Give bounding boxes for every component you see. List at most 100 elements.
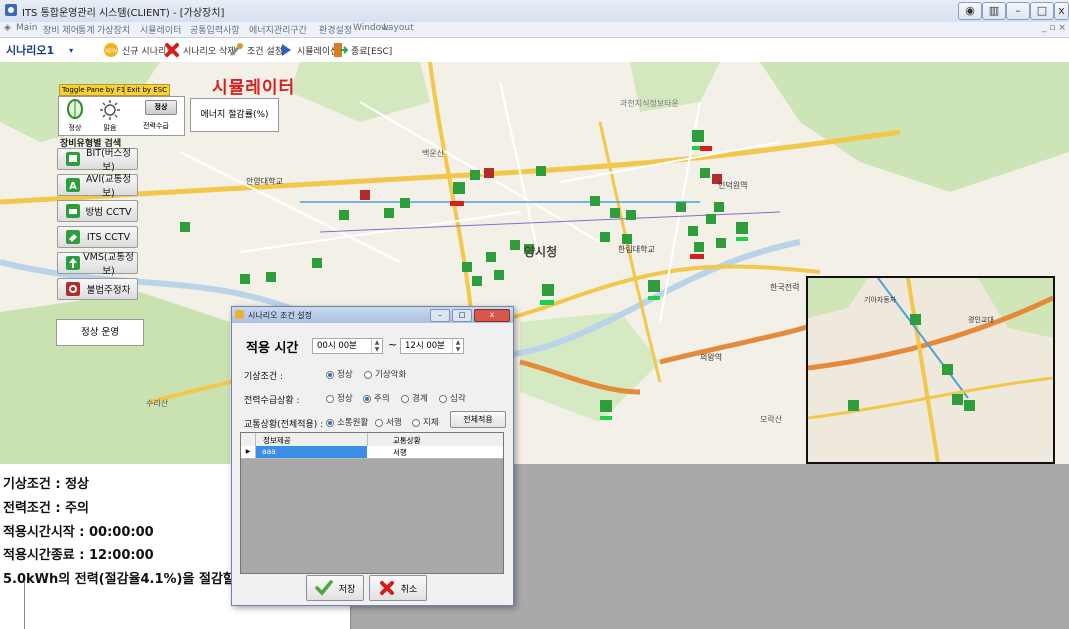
menu-item-common-input[interactable]: 공통입력사항	[190, 23, 240, 36]
toggle-pane-hint[interactable]: Toggle Pane by F1	[59, 84, 129, 96]
exit-hint[interactable]: Exit by ESC	[124, 84, 171, 96]
parking-camera-icon	[66, 282, 80, 296]
grid-header-row: 정보제공 교통상황	[241, 433, 503, 447]
mdi-controls[interactable]: _ ▫ ×	[1042, 23, 1066, 33]
avi-icon: A	[66, 178, 80, 192]
table-row[interactable]: ▶ aaa 서행	[241, 446, 503, 459]
menu-item-device-control[interactable]: 장비 제어	[43, 23, 79, 36]
svg-text:모락산: 모락산	[760, 414, 783, 424]
apply-all-button[interactable]: 전체적용	[450, 411, 506, 428]
radio-unselected	[326, 394, 334, 403]
bit-bus-info-button[interactable]: BIT(버스정보)	[57, 148, 138, 173]
traffic-congested-radio[interactable]: 지체	[412, 416, 439, 428]
vms-traffic-info-button[interactable]: VMS(교통정보)	[57, 252, 138, 277]
power-supply-label: 전력수급	[143, 122, 169, 130]
grid-cell-status[interactable]: 서행	[393, 447, 407, 458]
weather-bad-radio[interactable]: 기상악화	[364, 368, 406, 380]
radio-unselected	[401, 394, 409, 403]
restore-view-button[interactable]: ◉	[958, 2, 982, 20]
start-time-spin-arrows[interactable]: ▲ ▼	[371, 339, 382, 353]
traffic-smooth-radio[interactable]: 소통원활	[326, 416, 368, 428]
scenario-condition-dialog: 시나리오 조건 설정 – □ x 적용 시간 00시 00분 ▲ ▼ ~ 12시 …	[231, 306, 514, 606]
app-icon	[5, 4, 17, 16]
title-bar: ITS 통합운영관리 시스템(CLIENT) - [가상장치] ◉ ▥ – □ …	[0, 0, 1069, 23]
menu-item-simulator[interactable]: 시뮬레이터	[140, 23, 181, 36]
svg-text:한국전력: 한국전력	[770, 282, 799, 292]
new-star-icon: NEW	[104, 43, 118, 57]
toolbar: 시나리오1 ▾ NEW 신규 시나리오 시나리오 삭제 조건 설정 시뮬레이션 …	[0, 38, 1069, 63]
svg-text:안양대학교: 안양대학교	[246, 176, 283, 186]
exit-button[interactable]: 종료[ESC]	[332, 41, 392, 59]
layout-button[interactable]: ▥	[982, 2, 1006, 20]
menu-main-icon: ◈	[4, 23, 11, 33]
minimize-button[interactable]: –	[1006, 2, 1030, 20]
grid-header-divider	[367, 433, 368, 446]
status-start-time: 적용시간시작 : 00:00:00	[3, 525, 154, 540]
dialog-maximize-button[interactable]: □	[452, 309, 472, 322]
start-time-spinner[interactable]: 00시 00분 ▲ ▼	[312, 338, 383, 354]
dialog-minimize-button[interactable]: –	[430, 309, 450, 322]
scenario-selector[interactable]: 시나리오1 ▾	[6, 41, 73, 59]
save-button[interactable]: 저장	[306, 575, 364, 601]
svg-text:인덕원역: 인덕원역	[718, 180, 747, 190]
dialog-title: 시나리오 조건 설정	[248, 311, 312, 320]
grid-cell-info[interactable]: aaa	[256, 446, 367, 458]
radio-selected	[326, 418, 334, 427]
end-time-spinner[interactable]: 12시 00분 ▲ ▼	[400, 338, 464, 354]
svg-text:한림대학교: 한림대학교	[618, 244, 655, 254]
radio-unselected	[412, 418, 420, 427]
dialog-app-icon	[235, 310, 244, 319]
power-caution-radio[interactable]: 주의	[363, 392, 390, 404]
condition-settings-button[interactable]: 조건 설정	[228, 41, 283, 59]
maximize-button[interactable]: □	[1030, 2, 1054, 20]
menu-bar: ◈ Main 장비 제어 통계 가상장치 시뮬레이터 공통입력사항 에너지관리구…	[0, 22, 1069, 38]
menu-item-settings[interactable]: 환경설정	[319, 23, 352, 36]
power-normal-radio[interactable]: 정상	[326, 392, 353, 404]
run-simulation-button[interactable]: 시뮬레이션	[278, 41, 338, 59]
weather-normal-indicator: 정상	[62, 99, 88, 132]
bus-icon	[66, 152, 80, 166]
svg-text:A: A	[69, 181, 77, 192]
dialog-close-button[interactable]: x	[474, 309, 510, 322]
delete-scenario-button[interactable]: 시나리오 삭제	[164, 41, 236, 59]
menu-item-main[interactable]: Main	[16, 23, 38, 33]
power-alert-radio[interactable]: 경계	[401, 392, 428, 404]
power-serious-radio[interactable]: 심각	[439, 392, 466, 404]
cancel-x-icon	[379, 581, 394, 595]
svg-text:기아자동차: 기아자동차	[864, 295, 897, 304]
avi-traffic-info-button[interactable]: A AVI(교통정보)	[57, 174, 138, 199]
grid-header-info: 정보제공	[263, 436, 291, 445]
weather-normal-radio[interactable]: 정상	[326, 368, 353, 380]
minimap[interactable]: 기아자동차 경인교대	[806, 276, 1055, 464]
radio-unselected	[375, 418, 383, 427]
menu-item-virtual-device[interactable]: 가상장치	[97, 23, 130, 36]
city-hall-label: 양시청	[524, 245, 558, 259]
svg-text:의왕역: 의왕역	[700, 352, 722, 362]
menu-item-layout[interactable]: Layout	[383, 23, 414, 33]
window-title: ITS 통합운영관리 시스템(CLIENT) - [가상장치]	[22, 8, 225, 19]
traffic-grid[interactable]: 정보제공 교통상황 ▶ aaa 서행	[240, 432, 504, 574]
chevron-down-icon: ▾	[69, 45, 74, 55]
map-view[interactable]: 백운산 과천지식정보타운 안양대학교 인덕원역 한림대학교 한국전력 의왕역 수…	[0, 62, 1069, 464]
tools-icon	[229, 43, 243, 57]
dialog-title-bar[interactable]: 시나리오 조건 설정 – □ x	[232, 307, 513, 323]
cctv-icon	[66, 204, 80, 218]
end-time-spin-arrows[interactable]: ▲ ▼	[452, 339, 463, 353]
grid-header-status: 교통상황	[393, 436, 421, 445]
checkmark-icon	[314, 580, 333, 596]
close-button[interactable]: x	[1054, 2, 1069, 20]
energy-saving-box: 에너지 절감률(%)	[190, 98, 279, 132]
menu-item-energy-section[interactable]: 에너지관리구간	[249, 23, 307, 36]
menu-item-statistics[interactable]: 통계	[78, 23, 95, 36]
minimap-graphic: 기아자동차 경인교대	[808, 278, 1053, 462]
traffic-slow-radio[interactable]: 서행	[375, 416, 402, 428]
illegal-parking-button[interactable]: 불법주정차	[57, 278, 138, 300]
status-end-time: 적용시간종료 : 12:00:00	[3, 548, 154, 563]
normal-operation-box: 정상 운영	[56, 319, 144, 346]
svg-text:NEW: NEW	[105, 49, 117, 55]
its-cctv-button[interactable]: ITS CCTV	[57, 226, 138, 248]
cancel-button[interactable]: 취소	[369, 575, 427, 601]
vms-sign-icon	[66, 256, 80, 270]
security-cctv-button[interactable]: 방범 CCTV	[57, 200, 138, 222]
svg-text:수리산: 수리산	[146, 398, 169, 408]
